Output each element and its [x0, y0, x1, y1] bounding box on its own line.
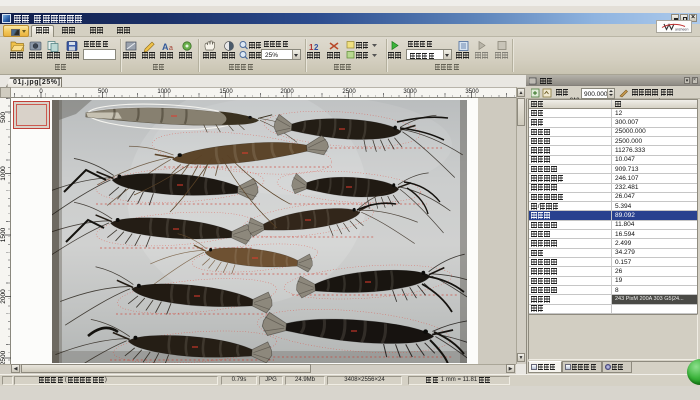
svg-text:500: 500	[98, 89, 109, 95]
svg-text:2500: 2500	[342, 89, 356, 95]
svg-text:2500: 2500	[0, 350, 7, 365]
svg-text:1000: 1000	[0, 166, 7, 181]
svg-text:a: a	[169, 45, 173, 52]
svg-text:2000: 2000	[280, 89, 294, 95]
svg-text:1000: 1000	[157, 89, 171, 95]
svg-text:0: 0	[39, 89, 43, 95]
svg-text:A: A	[162, 42, 169, 52]
svg-text:3000: 3000	[403, 89, 417, 95]
svg-text:2: 2	[314, 43, 319, 52]
svg-text:ansheen: ansheen	[675, 28, 688, 32]
svg-text:500: 500	[0, 112, 7, 123]
svg-text:1500: 1500	[219, 89, 233, 95]
svg-text:1500: 1500	[0, 227, 7, 242]
svg-text:2000: 2000	[0, 289, 7, 304]
svg-text:3500: 3500	[465, 89, 479, 95]
